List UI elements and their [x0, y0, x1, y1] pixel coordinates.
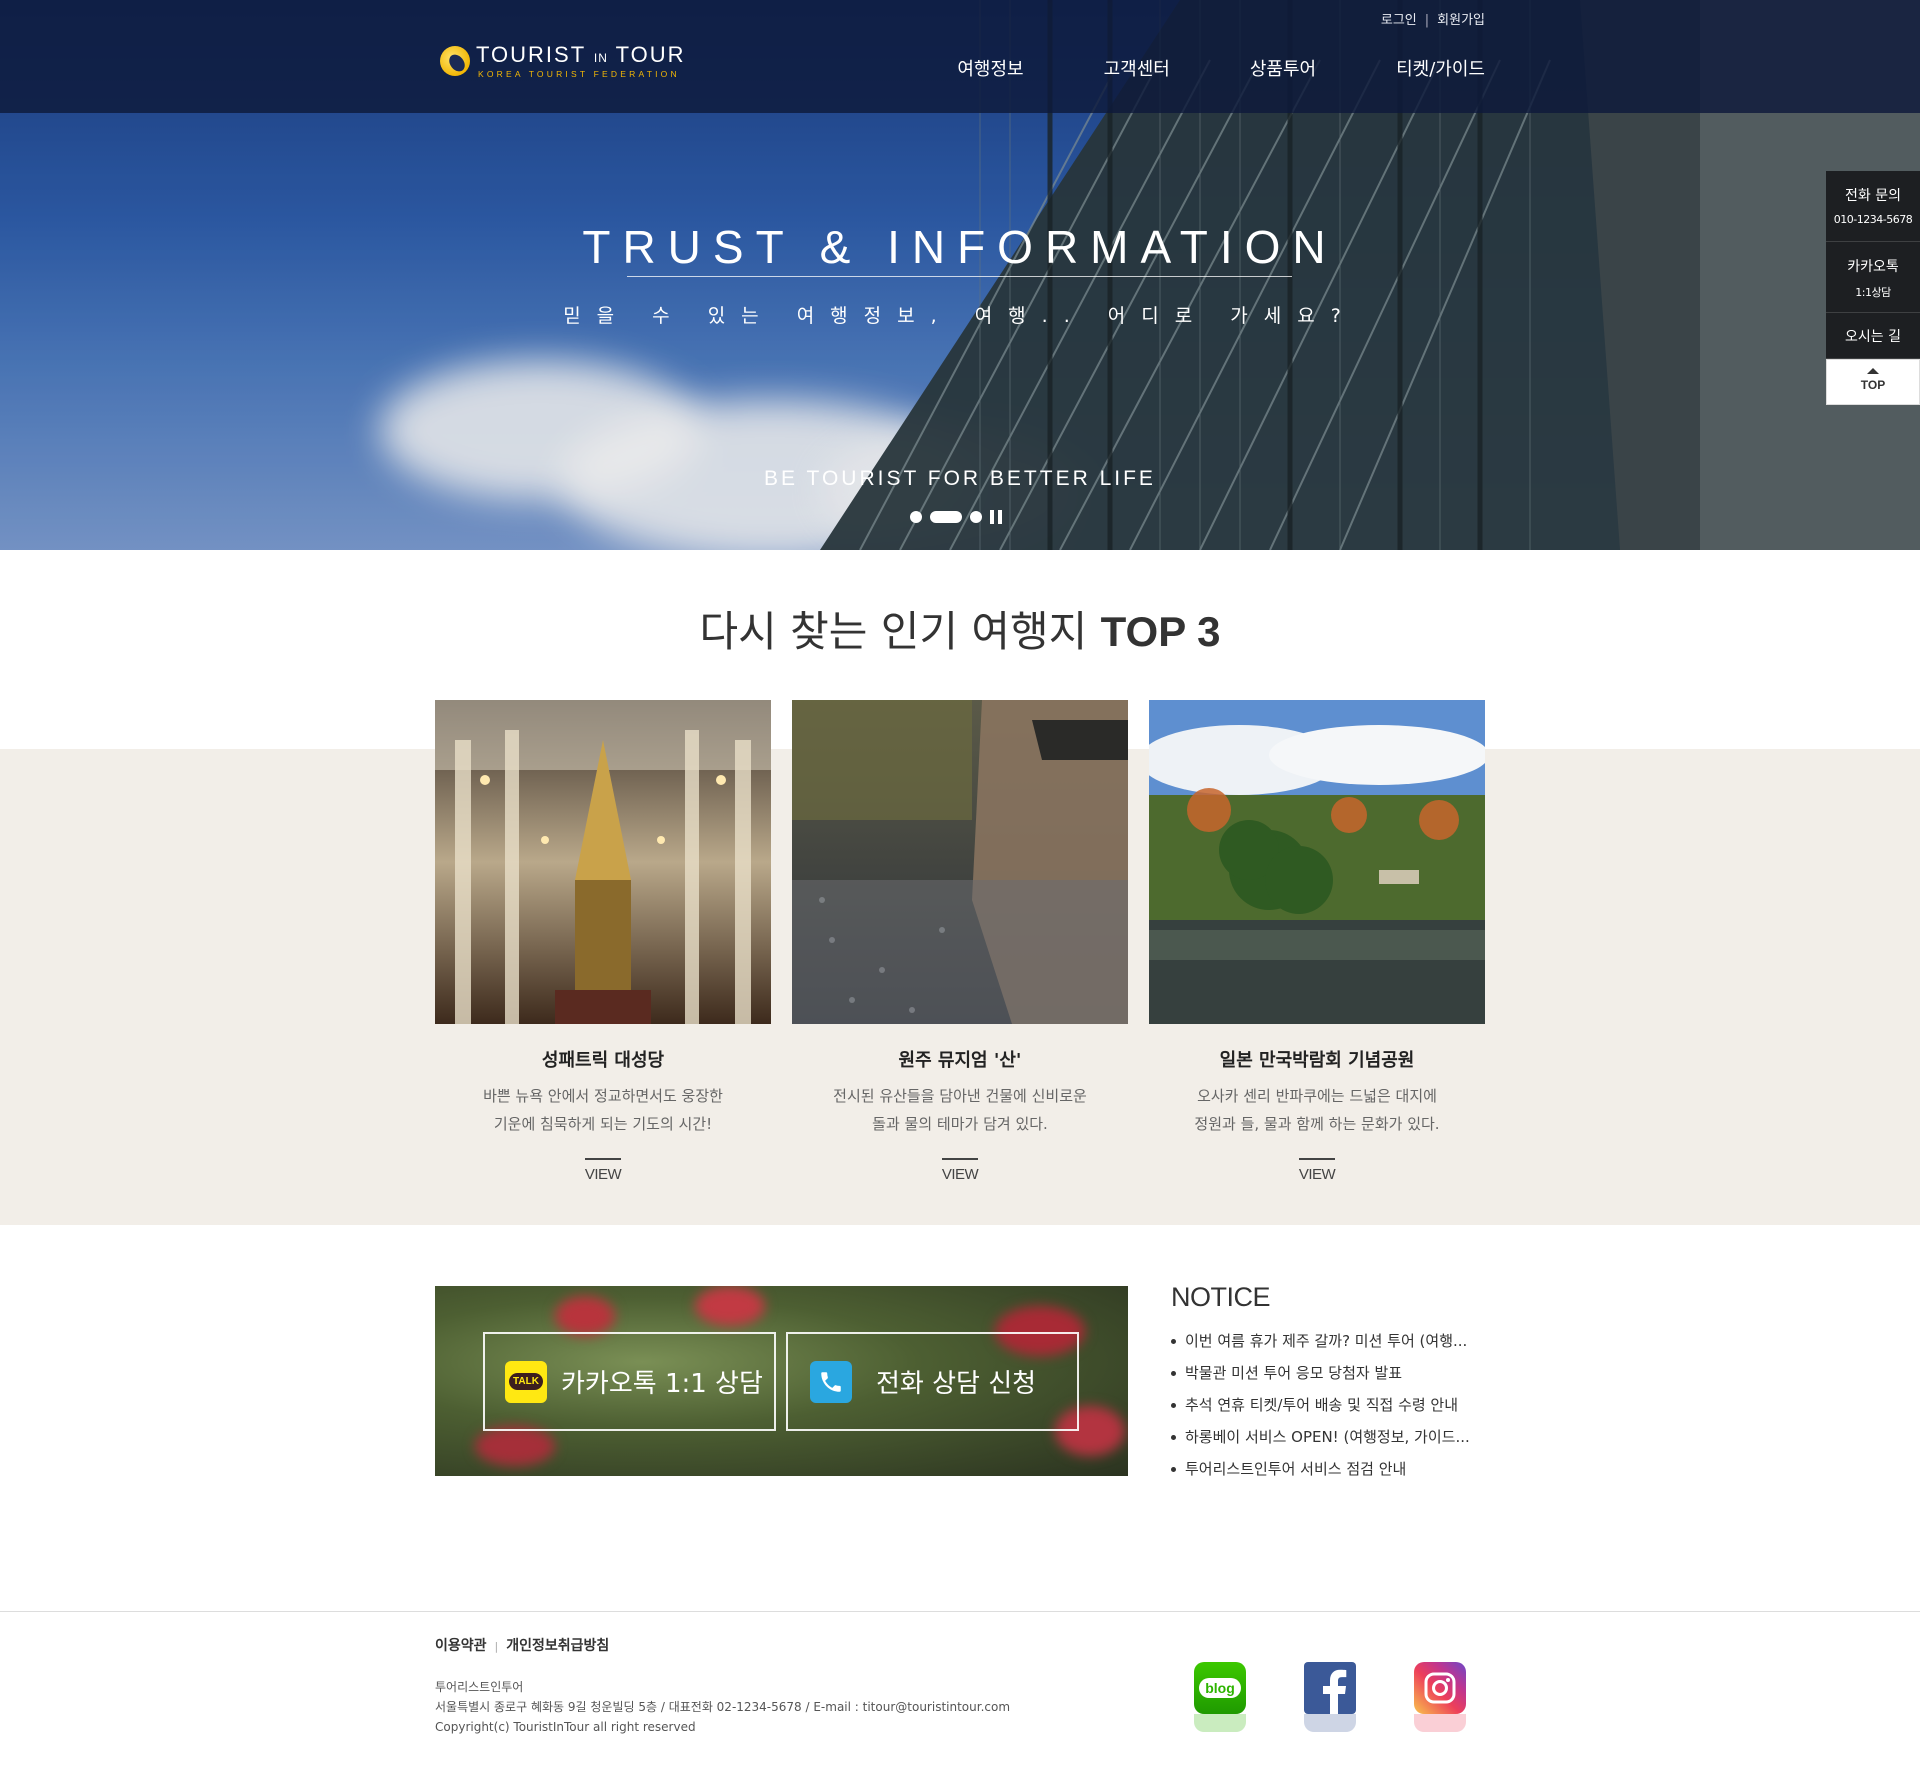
arrow-up-icon	[1867, 368, 1879, 374]
notice-item[interactable]: 추석 연휴 티켓/투어 배송 및 직접 수령 안내	[1171, 1389, 1491, 1421]
notice-item[interactable]: 하롱베이 서비스 OPEN! (여행정보, 가이드...	[1171, 1421, 1491, 1453]
quick-kakao[interactable]: 카카오톡 1:1상담	[1826, 242, 1920, 313]
notice-item[interactable]: 이번 여름 휴가 제주 갈까? 미션 투어 (여행...	[1171, 1325, 1491, 1357]
section-title: 다시 찾는 인기 여행지 TOP 3	[699, 607, 1221, 656]
quick-phone-number: 010-1234-5678	[1833, 213, 1913, 226]
card-description: 바쁜 뉴욕 안에서 정교하면서도 웅장한 기운에 침묵하게 되는 기도의 시간!	[483, 1087, 723, 1133]
logo-text: TOURIST IN TOUR	[476, 42, 686, 67]
facebook-icon	[1304, 1662, 1356, 1714]
logo-subtitle: KOREA TOURIST FEDERATION	[478, 69, 680, 79]
view-link[interactable]: VIEW	[792, 1166, 1128, 1183]
quick-phone[interactable]: 전화 문의 010-1234-5678	[1826, 171, 1920, 242]
destination-card[interactable]: 원주 뮤지엄 '산' 전시된 유산들을 담아낸 건물에 신비로운 돌과 물의 테마…	[792, 700, 1128, 1183]
utility-links: 로그인 | 회원가입	[1381, 9, 1485, 28]
blog-link[interactable]: blog	[1194, 1662, 1246, 1732]
kakao-talk-icon: TALK	[505, 1360, 547, 1403]
logo-sun-icon	[440, 46, 470, 76]
view-divider	[942, 1158, 978, 1160]
privacy-link[interactable]: 개인정보취급방침	[506, 1638, 609, 1654]
top-label: TOP	[1860, 378, 1886, 392]
notice-list: 이번 여름 휴가 제주 갈까? 미션 투어 (여행... 박물관 미션 투어 응…	[1171, 1325, 1491, 1485]
footer-info: 투어리스트인투어 서울특별시 종로구 혜화동 9길 청운빌딩 5층 / 대표전화…	[435, 1677, 1010, 1737]
view-divider	[585, 1158, 621, 1160]
quick-menu: 전화 문의 010-1234-5678 카카오톡 1:1상담 오시는 길 TOP	[1826, 171, 1920, 405]
kakao-consult-button[interactable]: TALK 카카오톡 1:1 상담	[483, 1332, 776, 1431]
hero-subtitle: 믿을 수 있는 여행정보, 여행.. 어디로 가세요?	[563, 305, 1357, 327]
quick-phone-title: 전화 문의	[1845, 188, 1901, 204]
flower-blur	[475, 1426, 555, 1466]
phone-consult-label: 전화 상담 신청	[876, 1369, 1037, 1399]
blog-icon: blog	[1194, 1662, 1246, 1714]
phone-icon	[810, 1360, 852, 1403]
company-name: 투어리스트인투어	[435, 1680, 524, 1694]
terms-link[interactable]: 이용약관	[435, 1638, 487, 1654]
card-title: 원주 뮤지엄 '산'	[898, 1050, 1022, 1071]
quick-kakao-sub: 1:1상담	[1855, 286, 1891, 299]
hero-title: TRUST & INFORMATION	[582, 221, 1338, 273]
notice-item[interactable]: 투어리스트인투어 서비스 점검 안내	[1171, 1453, 1491, 1485]
copyright: Copyright(c) TouristInTour all right res…	[435, 1720, 696, 1734]
flower-blur	[555, 1296, 615, 1336]
join-link[interactable]: 회원가입	[1437, 9, 1485, 28]
slide-dot-active[interactable]	[930, 511, 962, 523]
instagram-link[interactable]	[1414, 1662, 1466, 1732]
footer-divider	[0, 1611, 1920, 1612]
quick-directions[interactable]: 오시는 길	[1826, 313, 1920, 359]
expo-park-photo[interactable]	[1149, 700, 1485, 1024]
nav-travel-info[interactable]: 여행정보	[957, 55, 1023, 81]
card-description: 전시된 유산들을 담아낸 건물에 신비로운 돌과 물의 테마가 담겨 있다.	[833, 1087, 1087, 1133]
top-button[interactable]: TOP	[1826, 359, 1920, 405]
hero-divider	[627, 276, 1292, 277]
phone-consult-button[interactable]: 전화 상담 신청	[786, 1332, 1079, 1431]
nav-ticket-guide[interactable]: 티켓/가이드	[1396, 55, 1485, 81]
view-link[interactable]: VIEW	[435, 1166, 771, 1183]
destination-card[interactable]: 일본 만국박람회 기념공원 오사카 센리 반파쿠에는 드넓은 대지에 정원과 들,…	[1149, 700, 1485, 1183]
flower-blur	[695, 1286, 765, 1326]
company-address: 서울특별시 종로구 혜화동 9길 청운빌딩 5층 / 대표전화 02-1234-…	[435, 1700, 1011, 1714]
facebook-link[interactable]	[1304, 1662, 1356, 1732]
card-title: 성패트릭 대성당	[541, 1050, 665, 1071]
main-nav: 여행정보 고객센터 상품투어 티켓/가이드	[877, 55, 1485, 81]
consult-banner: TALK 카카오톡 1:1 상담 전화 상담 신청	[435, 1286, 1128, 1476]
nav-product-tour[interactable]: 상품투어	[1250, 55, 1316, 81]
destination-card[interactable]: 성패트릭 대성당 바쁜 뉴욕 안에서 정교하면서도 웅장한 기운에 침묵하게 되는…	[435, 700, 771, 1183]
card-description: 오사카 센리 반파쿠에는 드넓은 대지에 정원과 들, 물과 함께 하는 문화가 …	[1194, 1087, 1440, 1133]
slide-dot[interactable]	[970, 511, 982, 523]
header-bar: TOURIST IN TOUR KOREA TOURIST FEDERATION…	[0, 0, 1920, 113]
footer-links: 이용약관 | 개인정보취급방침	[435, 1635, 609, 1655]
slide-dot[interactable]	[910, 511, 922, 523]
notice-title: NOTICE	[1171, 1282, 1271, 1312]
icon-reflection	[1194, 1714, 1246, 1732]
kakao-consult-label: 카카오톡 1:1 상담	[561, 1369, 763, 1399]
card-title: 일본 만국박람회 기념공원	[1219, 1050, 1415, 1071]
slide-indicator	[910, 510, 1002, 524]
view-divider	[1299, 1158, 1335, 1160]
notice-item[interactable]: 박물관 미션 투어 응모 당첨자 발표	[1171, 1357, 1491, 1389]
nav-customer-center[interactable]: 고객센터	[1104, 55, 1170, 81]
pause-icon[interactable]	[990, 510, 1002, 524]
quick-directions-label: 오시는 길	[1845, 329, 1901, 345]
cathedral-photo[interactable]	[435, 700, 771, 1024]
icon-reflection	[1414, 1714, 1466, 1732]
museum-san-photo[interactable]	[792, 700, 1128, 1024]
site-logo[interactable]: TOURIST IN TOUR KOREA TOURIST FEDERATION	[436, 42, 696, 82]
instagram-icon	[1414, 1662, 1466, 1714]
quick-kakao-title: 카카오톡	[1847, 259, 1899, 275]
view-link[interactable]: VIEW	[1149, 1166, 1485, 1183]
util-separator: |	[1424, 13, 1430, 28]
footer-separator: |	[494, 1640, 499, 1653]
login-link[interactable]: 로그인	[1381, 9, 1417, 28]
icon-reflection	[1304, 1714, 1356, 1732]
notice-board: NOTICE 이번 여름 휴가 제주 갈까? 미션 투어 (여행... 박물관 …	[1171, 1282, 1491, 1485]
hero-slogan: BE TOURIST FOR BETTER LIFE	[764, 467, 1156, 490]
